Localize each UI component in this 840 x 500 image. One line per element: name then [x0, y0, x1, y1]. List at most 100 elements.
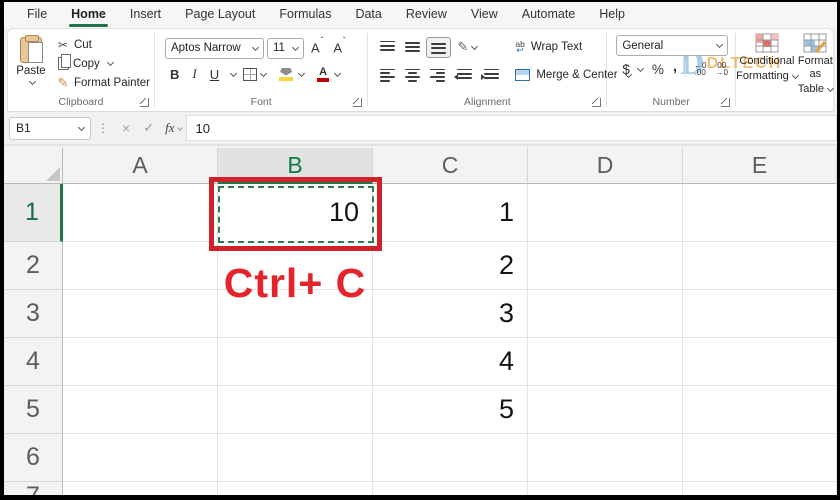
- number-group: General $ % , ←0.00 00 →0 Number: [607, 29, 735, 111]
- decrease-font-button[interactable]: Aˇ: [329, 36, 348, 55]
- underline-chevron-icon[interactable]: [230, 69, 238, 77]
- cell-d7[interactable]: [528, 482, 683, 495]
- comma-style-button[interactable]: ,: [669, 58, 681, 75]
- cell-e5[interactable]: [683, 386, 837, 434]
- orientation-button[interactable]: ✎: [453, 36, 481, 58]
- col-header-e[interactable]: E: [683, 148, 837, 184]
- tab-view[interactable]: View: [460, 3, 509, 27]
- cell-d3[interactable]: [528, 290, 683, 338]
- cell-d4[interactable]: [528, 338, 683, 386]
- format-as-table-button[interactable]: Format as Table: [798, 33, 835, 111]
- col-header-d[interactable]: D: [528, 148, 683, 184]
- copy-button[interactable]: Copy: [52, 54, 154, 72]
- row-header-4[interactable]: 4: [4, 338, 63, 386]
- italic-button[interactable]: I: [187, 66, 201, 82]
- cell-b4[interactable]: [218, 338, 373, 386]
- align-bottom-button[interactable]: [426, 36, 452, 58]
- tab-data[interactable]: Data: [344, 3, 392, 27]
- cell-b5[interactable]: [218, 386, 373, 434]
- borders-button[interactable]: [239, 65, 270, 84]
- fill-color-button[interactable]: [273, 65, 308, 84]
- cell-a2[interactable]: [63, 242, 218, 290]
- conditional-formatting-button[interactable]: Conditional Formatting: [736, 33, 799, 111]
- cell-e1[interactable]: [683, 184, 837, 242]
- cell-d5[interactable]: [528, 386, 683, 434]
- font-size-select[interactable]: 11: [266, 37, 304, 59]
- format-painter-button[interactable]: ✎ Format Painter: [52, 73, 154, 93]
- number-dialog-launcher-icon[interactable]: [721, 98, 731, 107]
- row-header-1[interactable]: 1: [4, 184, 63, 242]
- cell-b7[interactable]: [218, 482, 373, 495]
- cell-a5[interactable]: [63, 386, 218, 434]
- cell-e3[interactable]: [683, 290, 837, 338]
- cell-e4[interactable]: [683, 338, 837, 386]
- cell-e2[interactable]: [683, 242, 837, 290]
- cancel-icon[interactable]: ×: [115, 120, 137, 136]
- decrease-indent-button[interactable]: [451, 66, 476, 85]
- insert-function-button[interactable]: fx: [160, 120, 176, 136]
- align-top-button[interactable]: [376, 38, 399, 57]
- increase-decimal-button[interactable]: ←0.00: [690, 61, 710, 77]
- percent-style-button[interactable]: %: [648, 62, 668, 77]
- row-header-7[interactable]: 7: [4, 482, 63, 495]
- tab-insert[interactable]: Insert: [119, 3, 172, 27]
- formula-input[interactable]: 10: [186, 115, 837, 141]
- cell-c3[interactable]: 3: [373, 290, 528, 338]
- row-header-5[interactable]: 5: [4, 386, 63, 434]
- cut-button[interactable]: ✂ Cut: [52, 36, 154, 54]
- clipboard-dialog-launcher-icon[interactable]: [140, 98, 149, 107]
- row-header-3[interactable]: 3: [4, 290, 63, 338]
- bold-button[interactable]: B: [165, 67, 184, 82]
- paste-button[interactable]: Paste: [16, 35, 46, 93]
- tab-file[interactable]: File: [16, 3, 58, 27]
- cell-d1[interactable]: [528, 184, 683, 242]
- cell-a4[interactable]: [63, 338, 218, 386]
- cell-d6[interactable]: [528, 434, 683, 482]
- cell-a3[interactable]: [63, 290, 218, 338]
- alignment-dialog-launcher-icon[interactable]: [592, 98, 602, 107]
- cell-e6[interactable]: [683, 434, 837, 482]
- col-header-b[interactable]: B: [218, 148, 373, 184]
- cell-c5[interactable]: 5: [373, 386, 528, 434]
- decrease-decimal-button[interactable]: 00 →0: [711, 61, 731, 77]
- cell-b6[interactable]: [218, 434, 373, 482]
- font-dialog-launcher-icon[interactable]: [353, 98, 363, 107]
- cell-c4[interactable]: 4: [373, 338, 528, 386]
- align-center-button[interactable]: [401, 66, 424, 85]
- cell-c2[interactable]: 2: [373, 242, 528, 290]
- cell-b1[interactable]: 10: [218, 184, 373, 242]
- row-header-6[interactable]: 6: [4, 434, 63, 482]
- increase-font-button[interactable]: Aˆ: [307, 36, 326, 55]
- tab-help[interactable]: Help: [588, 3, 636, 27]
- row-header-2[interactable]: 2: [4, 242, 63, 290]
- name-box[interactable]: B1: [9, 116, 91, 140]
- tab-formulas[interactable]: Formulas: [268, 3, 342, 27]
- tab-page-layout[interactable]: Page Layout: [174, 3, 266, 27]
- font-name-select[interactable]: Aptos Narrow: [164, 37, 264, 59]
- cell-c1[interactable]: 1: [373, 184, 528, 242]
- tab-automate[interactable]: Automate: [511, 3, 587, 27]
- font-color-button[interactable]: A: [311, 64, 344, 85]
- col-header-c[interactable]: C: [373, 148, 528, 184]
- accounting-format-button[interactable]: $: [614, 59, 647, 80]
- increase-indent-button[interactable]: [478, 66, 503, 85]
- select-all-button[interactable]: [4, 148, 63, 184]
- align-left-button[interactable]: [376, 66, 399, 85]
- cell-e7[interactable]: [683, 482, 837, 495]
- align-middle-button[interactable]: [401, 38, 424, 57]
- align-right-button[interactable]: [426, 66, 449, 85]
- cell-b3[interactable]: [218, 290, 373, 338]
- underline-button[interactable]: U: [205, 67, 224, 82]
- col-header-a[interactable]: A: [63, 148, 218, 184]
- cell-a1[interactable]: [63, 184, 218, 242]
- number-format-select[interactable]: General: [616, 35, 729, 56]
- cell-b2[interactable]: [218, 242, 373, 290]
- cell-a7[interactable]: [63, 482, 218, 495]
- cell-d2[interactable]: [528, 242, 683, 290]
- tab-review[interactable]: Review: [395, 3, 458, 27]
- enter-check-icon[interactable]: ✓: [137, 120, 160, 136]
- cell-c6[interactable]: [373, 434, 528, 482]
- cell-a6[interactable]: [63, 434, 218, 482]
- tab-home[interactable]: Home: [60, 3, 117, 27]
- cell-c7[interactable]: [373, 482, 528, 495]
